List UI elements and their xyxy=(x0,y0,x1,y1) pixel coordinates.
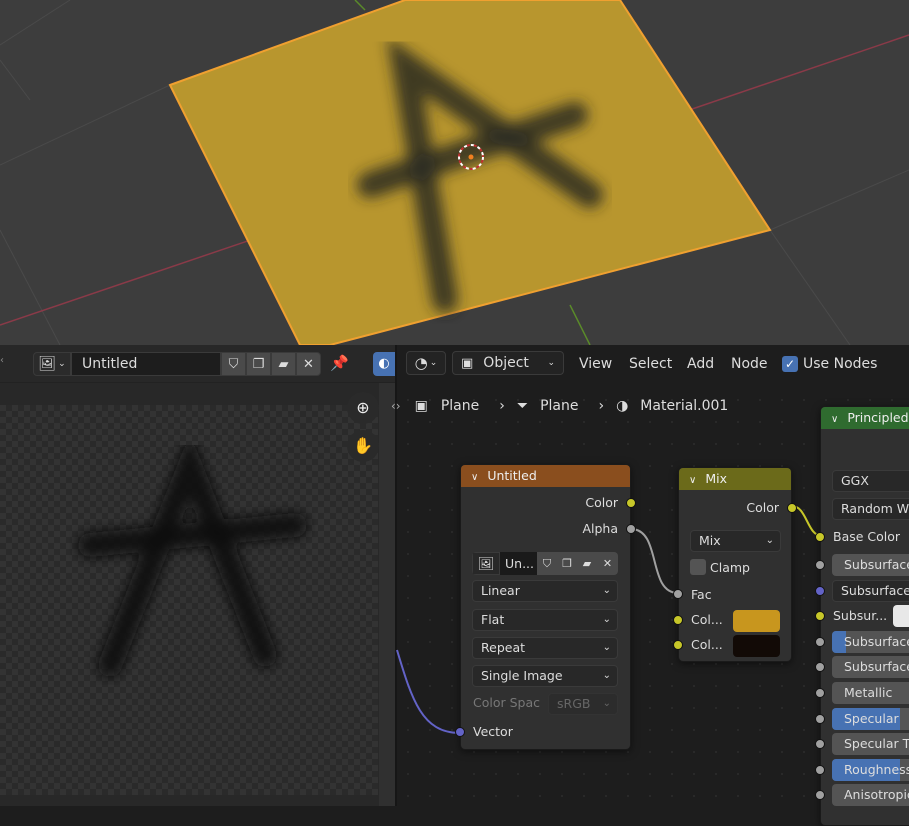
node-header[interactable]: ∨ Principled xyxy=(821,407,909,429)
input-socket[interactable] xyxy=(815,585,825,596)
node-links xyxy=(396,505,823,734)
field-label: Subsur... xyxy=(833,608,888,624)
field-label: Anisotropic xyxy=(844,787,909,803)
node-header[interactable]: ∨ Mix xyxy=(679,468,791,490)
input-socket[interactable] xyxy=(815,713,825,724)
clamp-label: Clamp xyxy=(710,560,750,575)
close-icon[interactable]: ✕ xyxy=(597,552,618,575)
input-base-color-socket[interactable] xyxy=(815,532,825,542)
image-selector: 🖼 Un... ⛉ ❐ ▰ ✕ xyxy=(472,552,618,575)
output-color-socket[interactable] xyxy=(787,503,797,513)
shader-node-editor[interactable]: ◔ ⌄ ▣ Object ⌄ View Select Add Node ✓ Use… xyxy=(391,345,909,826)
clamp-checkbox[interactable] xyxy=(690,559,706,575)
color1-swatch[interactable] xyxy=(733,610,780,632)
input-socket[interactable] xyxy=(815,636,825,647)
link-vector xyxy=(396,649,461,734)
distribution-dropdown[interactable]: GGX xyxy=(832,470,909,492)
property-field[interactable]: Roughness xyxy=(832,758,909,781)
input-fac-socket[interactable] xyxy=(673,589,683,599)
blend-type-dropdown[interactable]: Mix ⌄ xyxy=(690,530,781,552)
image-texture-node[interactable]: ∨ Untitled Color Alpha 🖼 Un... ⛉ ❐ ▰ ✕ L… xyxy=(455,464,636,750)
output-color-label: Color xyxy=(746,500,779,515)
color1-label: Col... xyxy=(691,612,723,627)
input-socket[interactable] xyxy=(815,688,825,698)
node-title: Untitled xyxy=(487,468,537,483)
input-vector-socket[interactable] xyxy=(455,727,465,737)
subsurface-method-dropdown[interactable]: Random Wa xyxy=(832,498,909,520)
property-field[interactable]: Subsurface xyxy=(832,554,909,576)
projection-value: Flat xyxy=(481,612,505,627)
output-color-socket[interactable] xyxy=(626,498,636,508)
input-socket[interactable] xyxy=(815,560,825,570)
collapse-chevron-icon[interactable]: ∨ xyxy=(689,475,696,486)
subsurface-method-value: Random Wa xyxy=(841,501,909,516)
input-socket[interactable] xyxy=(815,611,825,622)
chevron-down-icon: ⌄ xyxy=(602,670,611,681)
input-vector-label: Vector xyxy=(473,724,513,739)
field-label: Subsurface xyxy=(844,633,909,649)
duplicate-icon[interactable]: ❐ xyxy=(557,552,577,575)
input-socket[interactable] xyxy=(815,790,825,801)
chevron-down-icon: ⌄ xyxy=(602,642,611,653)
field-label: Specular xyxy=(844,710,899,726)
extension-dropdown[interactable]: Repeat ⌄ xyxy=(472,637,618,659)
link-alpha-fac xyxy=(630,528,679,594)
chevron-down-icon: ⌄ xyxy=(602,698,611,709)
property-field[interactable]: Metallic xyxy=(832,682,909,704)
chevron-down-icon: ⌄ xyxy=(602,585,611,596)
field-label: Specular Tint xyxy=(844,736,909,752)
field-label: Metallic xyxy=(844,685,893,700)
color2-swatch[interactable] xyxy=(733,635,780,657)
output-alpha-socket[interactable] xyxy=(626,524,636,534)
field-label: Subsurface xyxy=(844,557,909,572)
property-field[interactable]: Subsurface R xyxy=(832,579,909,602)
chevron-down-icon: ⌄ xyxy=(765,535,774,546)
input-socket[interactable] xyxy=(815,662,825,673)
property-field[interactable]: Subsurface xyxy=(832,630,909,653)
property-field[interactable]: Anisotropic xyxy=(832,784,909,807)
field-label: Subsurface R xyxy=(841,582,909,598)
node-title: Mix xyxy=(705,471,727,486)
collapse-chevron-icon[interactable]: ∨ xyxy=(831,414,838,425)
field-label: Roughness xyxy=(844,761,909,777)
output-alpha-label: Alpha xyxy=(582,521,618,536)
color-space-dropdown: sRGB ⌄ xyxy=(548,693,618,715)
output-color-label: Color xyxy=(585,495,618,510)
field-label: Subsurface xyxy=(844,659,909,675)
input-socket[interactable] xyxy=(815,739,825,750)
image-icon[interactable]: 🖼 xyxy=(472,552,500,575)
fac-label: Fac xyxy=(691,587,712,602)
property-field[interactable]: Subsurface xyxy=(832,656,909,679)
input-color1-socket[interactable] xyxy=(673,615,683,625)
source-dropdown[interactable]: Single Image ⌄ xyxy=(472,665,618,687)
color-swatch[interactable] xyxy=(893,605,909,628)
fake-user-shield-icon[interactable]: ⛉ xyxy=(537,552,557,575)
base-color-label: Base Color xyxy=(833,529,901,544)
color-space-value: sRGB xyxy=(557,696,591,711)
node-title: Principled xyxy=(847,410,909,425)
image-name-field[interactable]: Un... xyxy=(500,552,537,575)
distribution-value: GGX xyxy=(841,473,869,488)
chevron-down-icon: ⌄ xyxy=(602,614,611,625)
principled-bsdf-node[interactable]: ∨ Principled GGX Random Wa Base Color Su… xyxy=(815,406,909,826)
property-field[interactable]: Specular Tint xyxy=(832,733,909,756)
interpolation-value: Linear xyxy=(481,583,520,598)
blend-type-value: Mix xyxy=(699,533,721,548)
projection-dropdown[interactable]: Flat ⌄ xyxy=(472,609,618,631)
mix-rgb-node[interactable]: ∨ Mix Color Mix ⌄ Clamp Fac Col... Col... xyxy=(673,467,797,662)
property-field[interactable]: Specular xyxy=(832,707,909,730)
color-space-label: Color Spac xyxy=(473,695,541,710)
color2-label: Col... xyxy=(691,637,723,652)
interpolation-dropdown[interactable]: Linear ⌄ xyxy=(472,580,618,602)
source-value: Single Image xyxy=(481,668,563,683)
collapse-chevron-icon[interactable]: ∨ xyxy=(471,472,478,483)
input-color2-socket[interactable] xyxy=(673,640,683,650)
extension-value: Repeat xyxy=(481,640,526,655)
node-header[interactable]: ∨ Untitled xyxy=(461,465,630,487)
input-socket[interactable] xyxy=(815,764,825,775)
browse-pack-icon[interactable]: ▰ xyxy=(577,552,597,575)
